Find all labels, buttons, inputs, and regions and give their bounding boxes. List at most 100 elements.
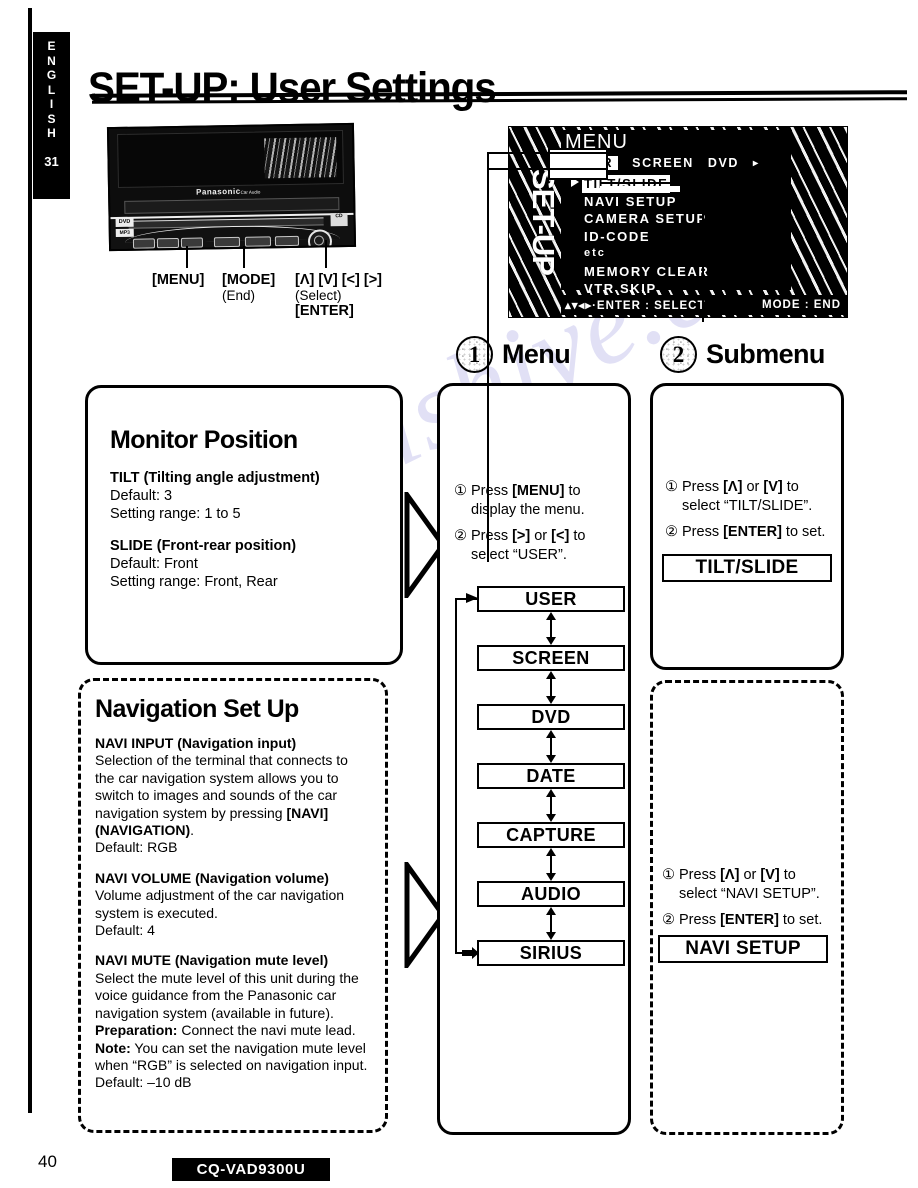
submenu2-instruction-1: ① Press [Λ] or [V] to select “NAVI SETUP… <box>662 867 820 902</box>
language-tab-letter: I <box>49 97 54 111</box>
face-button <box>180 237 204 248</box>
mode-button <box>244 236 272 247</box>
nav-mute-preparation: Preparation: Connect the navi mute lead. <box>95 1022 356 1039</box>
mp-slide-heading: SLIDE (Front-rear position) <box>110 538 297 554</box>
nav-input-body: Selection of the terminal that connects … <box>95 752 348 839</box>
mp-tilt-default: Default: 3 <box>110 488 173 504</box>
flow-double-arrow <box>545 907 557 945</box>
flow-double-arrow <box>545 671 557 709</box>
nav-input-heading: NAVI INPUT (Navigation input) <box>95 735 297 751</box>
flow-loop-line-vertical <box>455 598 457 954</box>
nav-volume-heading: NAVI VOLUME (Navigation volume) <box>95 869 329 886</box>
leader-line-mode <box>243 246 245 268</box>
nav-volume-body: Volume adjustment of the car navigation … <box>95 887 345 921</box>
leader-line-enter <box>325 240 327 268</box>
display-glare <box>264 137 337 179</box>
flow-loop-arrowhead-bottom <box>462 946 479 965</box>
osd-tab-next-icon[interactable]: ▸ <box>753 158 760 169</box>
label-mode-button: [MODE] (End) <box>222 272 276 303</box>
label-menu-button: [MENU] <box>152 272 205 288</box>
flow-double-arrow <box>545 612 557 650</box>
nav-volume-default: Default: 4 <box>95 922 155 939</box>
osd-status-bar: ▴▾◂▸·ENTER : SELECT MODE : END <box>561 295 847 315</box>
osd-item-id-code[interactable]: ID-CODE <box>571 228 791 246</box>
flow-item-user[interactable]: USER <box>477 586 625 612</box>
card-submenu-block-1: ① Press [Λ] or [V] to select “TILT/SLIDE… <box>650 383 844 670</box>
osd-tab-screen[interactable]: SCREEN <box>632 156 694 170</box>
nav-mute-note: Note: You can set the navigation mute le… <box>95 1039 368 1073</box>
osd-item-camera-setup[interactable]: CAMERA SETUP <box>571 210 791 228</box>
menu-instruction-2: ② Press [>] or [<] to select “USER”. <box>454 528 586 563</box>
osd-tab-dvd[interactable]: DVD <box>708 156 739 170</box>
flow-double-arrow <box>545 789 557 827</box>
label-cursor-buttons: [Λ] [V] [<] [>] (Select) [ENTER] <box>295 272 382 319</box>
manual-page: manualshive.com E N G L I S H 31 SET-UP:… <box>0 0 918 1188</box>
leader-line-menu <box>186 246 188 268</box>
callout-line-menu-column <box>487 152 489 562</box>
enter-jog-dial <box>307 229 333 252</box>
callout-line-user <box>487 168 607 170</box>
card-title-monitor-position: Monitor Position <box>110 426 298 454</box>
submenu1-instruction-2: ② Press [ENTER] to set. <box>665 524 826 540</box>
osd-item-navi-setup[interactable]: NAVI SETUP <box>571 193 791 211</box>
flow-double-arrow <box>545 848 557 886</box>
submenu1-instruction-1: ① Press [Λ] or [V] to select “TILT/SLIDE… <box>665 479 813 514</box>
page-number: 40 <box>38 1152 57 1171</box>
dvd-badge: DVD <box>115 217 134 228</box>
page-title: SET-UP: User Settings <box>88 63 497 112</box>
mp-slide-range: Setting range: Front, Rear <box>110 574 278 590</box>
card-navigation-setup: Navigation Set Up NAVI INPUT (Navigation… <box>78 678 388 1133</box>
step-heading-submenu: 2 Submenu <box>660 336 825 373</box>
face-button <box>274 235 300 247</box>
face-button <box>132 238 156 249</box>
card-monitor-position: Monitor Position TILT (Tilting angle adj… <box>85 385 403 665</box>
face-button <box>156 237 180 249</box>
nav-mute-heading: NAVI MUTE (Navigation mute level) <box>95 952 329 969</box>
submenu-result-navi-setup[interactable]: NAVI SETUP <box>658 935 828 963</box>
flow-loop-arrowhead-top <box>466 592 478 611</box>
mp-tilt-heading: TILT (Tilting angle adjustment) <box>110 470 320 486</box>
head-unit-display <box>117 130 344 188</box>
step-label: Submenu <box>706 339 825 369</box>
model-badge: CQ-VAD9300U <box>172 1158 330 1181</box>
language-tab-page-ref: 31 <box>44 153 59 169</box>
callout-line-top <box>487 152 607 154</box>
flow-double-arrow <box>545 730 557 768</box>
panasonic-logo: PanasonicCar Audio <box>196 186 261 197</box>
card-title-navigation-setup: Navigation Set Up <box>95 695 299 723</box>
language-tab-letter: E <box>47 39 56 53</box>
left-edge-rule <box>28 8 32 1113</box>
step-number-badge: 2 <box>660 336 697 373</box>
osd-item-memory-clear[interactable]: MEMORY CLEAR <box>571 263 791 281</box>
head-unit-faceplate-strip <box>124 197 340 214</box>
language-tab-letter: G <box>46 68 57 82</box>
mp-tilt-range: Setting range: 1 to 5 <box>110 506 241 522</box>
step-heading-menu: 1 Menu <box>456 336 571 373</box>
mp3-badge: MP3 <box>115 228 134 238</box>
language-tab-letter: H <box>47 126 56 140</box>
language-tab: E N G L I S H 31 <box>33 32 70 199</box>
menu-button <box>213 236 241 248</box>
menu-instruction-1: ① Press [MENU] to display the menu. <box>454 483 585 518</box>
nav-mute-body: Select the mute level of this unit durin… <box>95 969 359 1021</box>
head-unit-photo: PanasonicCar Audio DVD MP3 CD <box>106 122 357 252</box>
osd-status-right: MODE : END <box>762 299 841 311</box>
card-menu-column: ① Press [MENU] to display the menu. ② Pr… <box>437 383 631 1135</box>
callout-line-submenu-column <box>702 182 704 322</box>
osd-highlight-underline <box>600 186 680 192</box>
cd-badge: CD <box>330 212 348 227</box>
submenu-result-tilt-slide[interactable]: TILT/SLIDE <box>662 554 832 582</box>
callout-line-submenu <box>600 182 704 184</box>
nav-input-default: Default: RGB <box>95 839 178 856</box>
nav-mute-default: Default: –10 dB <box>95 1074 192 1091</box>
submenu2-instruction-2: ② Press [ENTER] to set. <box>662 912 823 928</box>
osd-item-etc[interactable]: etc <box>571 245 791 263</box>
step-label: Menu <box>502 339 571 369</box>
osd-status-left: ▴▾◂▸·ENTER : SELECT <box>565 300 706 312</box>
language-tab-letter: L <box>47 82 56 97</box>
submenu2-instructions: ① Press [Λ] or [V] to select “NAVI SETUP… <box>662 866 834 930</box>
mp-slide-default: Default: Front <box>110 556 198 572</box>
